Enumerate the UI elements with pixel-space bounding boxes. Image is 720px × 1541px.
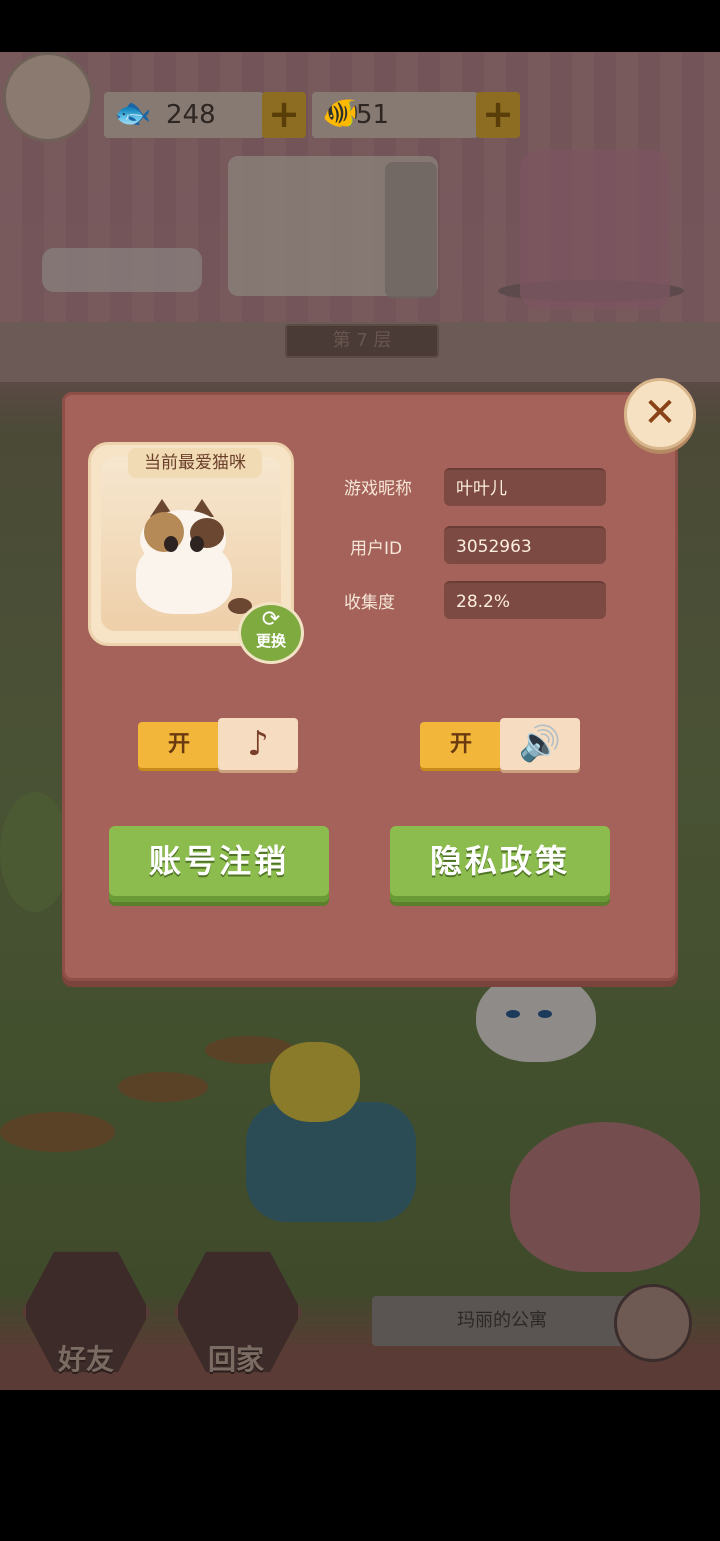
friends-label: 好友 [57,1343,114,1376]
white-cat[interactable] [476,972,596,1062]
music-toggle-state: 开 [138,722,220,768]
change-cat-button[interactable]: ⟳ 更换 [238,602,304,664]
gold-fish-currency: 🐠 51 [312,92,478,138]
sound-toggle-state: 开 [420,722,502,768]
cancel-account-button[interactable]: 账号注销 [109,826,329,902]
user-id-label: 用户ID [350,539,403,559]
add-gold-fish-button[interactable]: + [476,92,520,138]
fish-icon: 🐟 [114,96,152,131]
close-icon[interactable]: ✕ [624,378,696,450]
home-label: 回家 [207,1343,264,1376]
floor-label: 第 7 层 [285,324,439,358]
tree-stump [118,1072,208,1102]
cabinet [385,162,437,298]
refresh-icon: ⟳ [261,607,281,632]
owner-avatar[interactable] [614,1284,692,1362]
cat-eye [164,536,178,552]
music-note-icon: ♪ [218,718,298,770]
nickname-field: 叶叶儿 [444,468,606,506]
cat-eye [538,1010,552,1018]
bench [42,248,202,292]
gold-fish-count: 51 [356,100,390,130]
sound-toggle[interactable]: 开 🔊 [420,718,582,770]
privacy-policy-button[interactable]: 隐私政策 [390,826,610,902]
tree-stump [0,1112,115,1152]
flower-bush [0,792,70,912]
change-label: 更换 [255,632,286,650]
music-toggle[interactable]: 开 ♪ [138,718,300,770]
location-bar: 玛丽的公寓 [372,1296,632,1346]
fish-count: 248 [166,100,216,130]
cat-eye [506,1010,520,1018]
collection-field: 28.2% [444,581,606,619]
nickname-label: 游戏昵称 [344,479,412,499]
speaker-icon: 🔊 [500,718,580,770]
collection-label: 收集度 [344,593,395,613]
flamingo-float [510,1122,700,1272]
fish-currency: 🐟 248 [104,92,264,138]
cat-eye [190,536,204,552]
user-id-field: 3052963 [444,526,606,564]
add-fish-button[interactable]: + [262,92,306,138]
player-avatar[interactable] [3,52,93,142]
armchair [520,150,670,310]
favorite-cat-title: 当前最爱猫咪 [128,448,262,478]
yellow-cat[interactable] [270,1042,360,1122]
